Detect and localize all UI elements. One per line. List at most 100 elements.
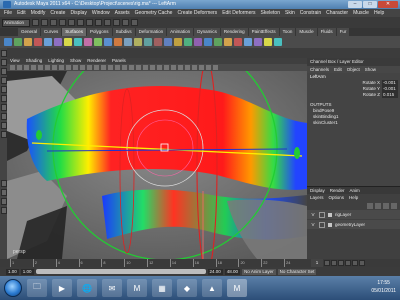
menu-edit[interactable]: Edit — [17, 9, 26, 17]
system-clock[interactable]: 17:55 05/01/2011 — [371, 279, 396, 295]
minimize-button[interactable]: – — [348, 1, 362, 8]
layer-move-down-icon[interactable] — [375, 202, 381, 209]
new-layer-from-selected-icon[interactable] — [391, 202, 397, 209]
select-hierarchy-icon[interactable] — [59, 19, 66, 26]
menu-file[interactable]: File — [4, 9, 12, 17]
viewport-toolbar-icon[interactable] — [52, 65, 57, 70]
shelf-tab-polygons[interactable]: Polygons — [87, 28, 112, 36]
go-to-start-icon[interactable] — [324, 260, 330, 266]
menu-set-dropdown[interactable]: Animation — [2, 18, 30, 27]
taskbar-app-button[interactable]: M — [227, 279, 247, 297]
shelf-tool-icon[interactable] — [204, 38, 212, 46]
taskbar-app-button[interactable]: ▦ — [152, 279, 172, 297]
four-view-layout-icon[interactable] — [0, 189, 7, 196]
shelf-tab-surfaces[interactable]: Surfaces — [62, 28, 87, 36]
channel-box-menu-show[interactable]: Show — [365, 66, 376, 73]
joint-marker-left[interactable] — [36, 130, 42, 140]
channel-box-menu-channels[interactable]: Channels — [310, 66, 329, 73]
animation-start-field[interactable]: 1.00 — [6, 268, 19, 275]
layer-display-type-toggle[interactable] — [319, 211, 325, 218]
taskbar-app-button[interactable]: ▲ — [202, 279, 222, 297]
shelf-tool-icon[interactable] — [244, 38, 252, 46]
taskbar-app-button[interactable]: ◆ — [177, 279, 197, 297]
shelf-tool-icon[interactable] — [24, 38, 32, 46]
viewport-toolbar-icon[interactable] — [87, 65, 92, 70]
snap-grid-icon[interactable] — [86, 19, 93, 26]
rotate-tool-icon[interactable] — [0, 86, 7, 93]
viewport-toolbar-icon[interactable] — [129, 65, 134, 70]
persp-graph-layout-icon[interactable] — [0, 207, 7, 214]
viewport-toolbar-icon[interactable] — [185, 65, 190, 70]
ipr-render-icon[interactable] — [122, 19, 129, 26]
step-back-icon[interactable] — [331, 260, 337, 266]
viewport-toolbar-icon[interactable] — [101, 65, 106, 70]
channel-row[interactable]: Rotate Z 0.015 — [307, 92, 400, 98]
character-set-dropdown[interactable]: No Character Set — [277, 268, 317, 275]
shelf-tab-fur[interactable]: Fur — [336, 28, 350, 36]
layer-visibility-toggle[interactable]: V — [310, 222, 316, 227]
persp-outliner-layout-icon[interactable] — [0, 198, 7, 205]
shelf-tool-icon[interactable] — [234, 38, 242, 46]
shelf-tool-icon[interactable] — [104, 38, 112, 46]
menu-create-deformers[interactable]: Create Deformers — [177, 9, 217, 17]
viewport-toolbar-icon[interactable] — [122, 65, 127, 70]
viewport-toolbar-icon[interactable] — [108, 65, 113, 70]
taskbar-app-button[interactable]: 🌐 — [77, 279, 97, 297]
viewport-scene[interactable]: persp — [7, 71, 307, 259]
viewport-toolbar-icon[interactable] — [94, 65, 99, 70]
shelf-tool-icon[interactable] — [44, 38, 52, 46]
shelf-tool-icon[interactable] — [64, 38, 72, 46]
shelf-tool-icon[interactable] — [194, 38, 202, 46]
render-icon[interactable] — [113, 19, 120, 26]
viewport-toolbar-icon[interactable] — [66, 65, 71, 70]
shelf-tool-icon[interactable] — [184, 38, 192, 46]
select-tool-icon[interactable] — [0, 50, 7, 57]
menu-create[interactable]: Create — [50, 9, 65, 17]
taskbar-app-button[interactable]: ✉ — [102, 279, 122, 297]
menu-skeleton[interactable]: Skeleton — [261, 9, 280, 17]
select-object-icon[interactable] — [68, 19, 75, 26]
menu-modify[interactable]: Modify — [31, 9, 46, 17]
animation-end-field[interactable]: 48.00 — [224, 268, 241, 275]
shelf-tool-icon[interactable] — [274, 38, 282, 46]
viewport-toolbar-icon[interactable] — [10, 65, 15, 70]
play-backwards-icon[interactable] — [338, 260, 344, 266]
layer-row[interactable]: VrigLayer — [307, 210, 400, 219]
time-slider[interactable]: 1 2 4 6 8 10 12 14 16 18 20 22 24 — [0, 259, 307, 267]
maximize-button[interactable]: □ — [363, 1, 377, 8]
snap-point-icon[interactable] — [104, 19, 111, 26]
shelf-tool-icon[interactable] — [14, 38, 22, 46]
menu-character[interactable]: Character — [326, 9, 348, 17]
viewport-toolbar-icon[interactable] — [206, 65, 211, 70]
show-manipulator-icon[interactable] — [0, 122, 7, 129]
new-empty-layer-icon[interactable] — [383, 202, 389, 209]
shelf-tab-muscle[interactable]: Muscle — [296, 28, 317, 36]
current-frame-field[interactable]: 1 — [311, 259, 323, 267]
layer-display-type-toggle[interactable] — [319, 221, 325, 228]
viewport-toolbar-icon[interactable] — [199, 65, 204, 70]
channel-box-menu-edit[interactable]: Edit — [334, 66, 342, 73]
shelf-tab-deformation[interactable]: Deformation — [135, 28, 167, 36]
viewport-toolbar-icon[interactable] — [157, 65, 162, 70]
viewport-toolbar-icon[interactable] — [136, 65, 141, 70]
close-button[interactable]: ✕ — [378, 1, 398, 8]
layer-color-swatch[interactable] — [328, 212, 332, 217]
shelf-tool-icon[interactable] — [174, 38, 182, 46]
playback-start-field[interactable]: 1.00 — [20, 268, 34, 275]
save-scene-icon[interactable] — [50, 19, 57, 26]
layer-menu-help[interactable]: Help — [349, 194, 358, 201]
layer-name[interactable]: geometryLayer — [335, 222, 365, 227]
shelf-tool-icon[interactable] — [54, 38, 62, 46]
shelf-tool-icon[interactable] — [134, 38, 142, 46]
layer-move-up-icon[interactable] — [367, 202, 373, 209]
universal-manipulator-icon[interactable] — [0, 104, 7, 111]
joint-marker-right[interactable] — [294, 147, 300, 159]
viewport-toolbar-icon[interactable] — [31, 65, 36, 70]
shelf-tool-icon[interactable] — [164, 38, 172, 46]
move-tool-icon[interactable] — [0, 77, 7, 84]
taskbar-app-button[interactable]: 🗀 — [27, 279, 47, 297]
range-slider-handle[interactable] — [35, 269, 206, 274]
shelf-tool-icon[interactable] — [154, 38, 162, 46]
layer-tab-display[interactable]: Display — [310, 187, 325, 194]
viewport-toolbar-icon[interactable] — [80, 65, 85, 70]
